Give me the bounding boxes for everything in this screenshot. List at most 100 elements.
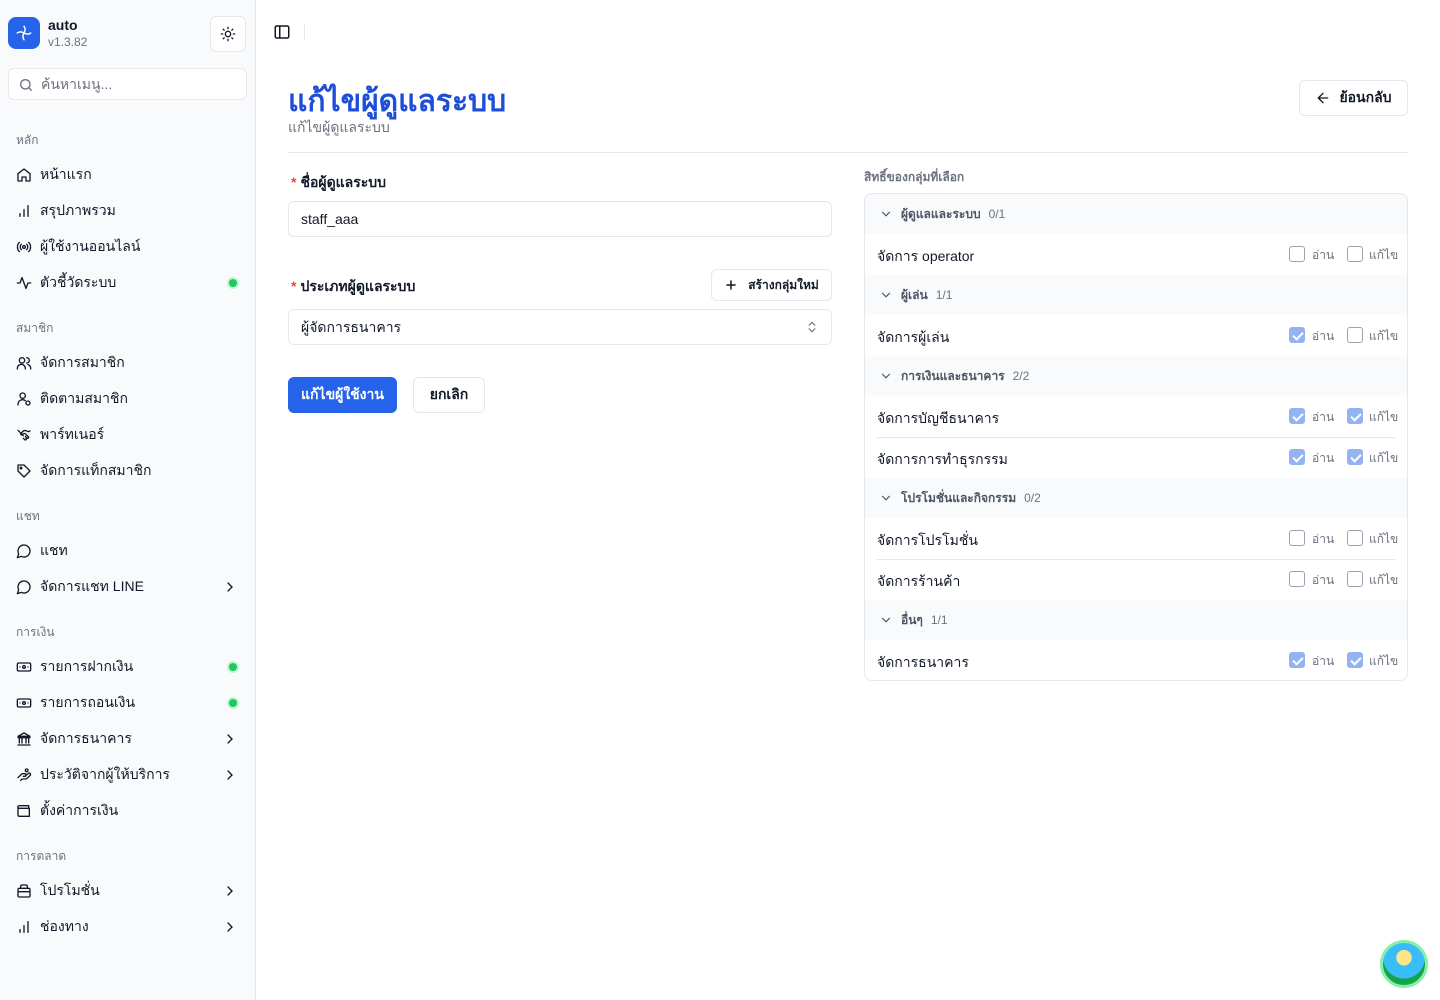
edit-checkbox[interactable]	[1347, 530, 1363, 546]
nav-item-label: สรุปภาพรวม	[40, 202, 116, 218]
online-status-dot	[229, 699, 237, 707]
edit-label: แก้ไข	[1369, 654, 1399, 668]
tag-icon	[16, 463, 32, 479]
back-button[interactable]: ย้อนกลับ	[1299, 80, 1408, 116]
edit-checkbox[interactable]	[1347, 327, 1363, 343]
permission-name: จัดการธนาคาร	[877, 654, 969, 670]
nav-item-label: รายการฝากเงิน	[40, 658, 134, 674]
chevron-down-icon	[879, 613, 893, 627]
read-checkbox[interactable]	[1289, 652, 1305, 668]
read-label: อ่าน	[1312, 654, 1335, 668]
nav-item-overview[interactable]: สรุปภาพรวม	[8, 195, 248, 227]
permission-name: จัดการ operator	[877, 248, 975, 264]
edit-checkbox[interactable]	[1347, 652, 1363, 668]
chevron-right-icon	[222, 579, 238, 595]
permissions-heading: สิทธิ์ของกลุ่มที่เลือก	[864, 170, 965, 184]
permission-group-count: 0/2	[1024, 491, 1041, 505]
read-checkbox[interactable]	[1289, 530, 1305, 546]
permission-group-header[interactable]: อื่นๆ 1/1	[865, 600, 1407, 640]
edit-checkbox[interactable]	[1347, 408, 1363, 424]
bar-chart-icon	[16, 203, 32, 219]
nav-item-provider-history[interactable]: ประวัติจากผู้ให้บริการ	[8, 759, 248, 791]
nav-item-label: จัดการแท็กสมาชิก	[40, 462, 152, 478]
nav-item-label: ตัวชี้วัดระบบ	[40, 274, 117, 290]
submit-edit-user-button[interactable]: แก้ไขผู้ใช้งาน	[288, 377, 397, 413]
edit-label: แก้ไข	[1369, 532, 1399, 546]
activity-icon	[16, 275, 32, 291]
cancel-button[interactable]: ยกเลิก	[413, 377, 485, 413]
nav-item-track-members[interactable]: ติดตามสมาชิก	[8, 383, 248, 415]
menu-search	[8, 68, 247, 100]
read-label: อ่าน	[1312, 410, 1335, 424]
edit-checkbox[interactable]	[1347, 571, 1363, 587]
permission-row: จัดการบัญชีธนาคาร อ่าน แก้ไข	[877, 396, 1398, 437]
chevron-right-icon	[222, 731, 238, 747]
edit-checkbox[interactable]	[1347, 246, 1363, 262]
permission-group-header[interactable]: ผู้ดูแลและระบบ 0/1	[865, 194, 1407, 234]
permission-group-name: ผู้เล่น	[901, 287, 928, 302]
wallet-icon	[16, 803, 32, 819]
permission-group-name: อื่นๆ	[901, 612, 923, 627]
read-checkbox[interactable]	[1289, 246, 1305, 262]
nav-item-channels[interactable]: ช่องทาง	[8, 911, 248, 943]
sidebar: auto v1.3.82 หลัก หน้าแรก สรุปภาพรวม ผู้…	[0, 0, 256, 1000]
username-label: * ชื่อผู้ดูแลระบบ	[291, 172, 386, 194]
read-checkbox[interactable]	[1289, 449, 1305, 465]
nav-item-partners[interactable]: พาร์ทเนอร์	[8, 419, 248, 451]
chevron-right-icon	[222, 767, 238, 783]
chevron-down-icon	[879, 288, 893, 302]
theme-toggle-button[interactable]	[210, 16, 246, 52]
home-icon	[16, 167, 32, 183]
read-checkbox[interactable]	[1289, 327, 1305, 343]
read-label: อ่าน	[1312, 248, 1335, 262]
nav-item-online-users[interactable]: ผู้ใช้งานออนไลน์	[8, 231, 248, 263]
nav-item-label: ตั้งค่าการเงิน	[40, 802, 119, 818]
nav-item-home[interactable]: หน้าแรก	[8, 159, 248, 191]
bar-chart-icon	[16, 919, 32, 935]
nav-item-manage-members[interactable]: จัดการสมาชิก	[8, 347, 248, 379]
read-label: อ่าน	[1312, 573, 1335, 587]
create-group-button[interactable]: สร้างกลุ่มใหม่	[711, 269, 832, 301]
nav-group-label-chat: แชท	[16, 509, 40, 523]
nav-group-label-finance: การเงิน	[16, 625, 55, 639]
permission-group-header[interactable]: ผู้เล่น 1/1	[865, 275, 1407, 315]
chevron-right-icon	[222, 883, 238, 899]
nav-item-promotions[interactable]: โปรโมชั่น	[8, 875, 248, 907]
nav-item-bank-management[interactable]: จัดการธนาคาร	[8, 723, 248, 755]
radio-icon	[16, 239, 32, 255]
required-mark: *	[291, 174, 297, 190]
search-icon	[20, 79, 32, 91]
chevron-down-icon	[879, 207, 893, 221]
username-field[interactable]: staff_aaa	[288, 201, 832, 237]
chevron-right-icon	[222, 919, 238, 935]
read-checkbox[interactable]	[1289, 408, 1305, 424]
arrow-left-icon	[1318, 92, 1329, 104]
permission-name: จัดการผู้เล่น	[877, 329, 950, 345]
permission-group-header[interactable]: การเงินและธนาคาร 2/2	[865, 356, 1407, 396]
assistant-avatar[interactable]	[1380, 940, 1428, 988]
nav-item-withdrawals[interactable]: รายการถอนเงิน	[8, 687, 248, 719]
nav-item-member-tags[interactable]: จัดการแท็กสมาชิก	[8, 455, 248, 487]
edit-checkbox[interactable]	[1347, 449, 1363, 465]
plus-icon	[726, 280, 737, 290]
permission-group-name: การเงินและธนาคาร	[901, 368, 1005, 383]
nav-group-label-main: หลัก	[16, 133, 39, 147]
app-version: v1.3.82	[48, 35, 88, 49]
nav-item-deposits[interactable]: รายการฝากเงิน	[8, 651, 248, 683]
permissions-panel: ผู้ดูแลและระบบ 0/1 จัดการ operator อ่าน แก้ไ…	[864, 193, 1408, 681]
admin-type-select[interactable]: ผู้จัดการธนาคาร	[288, 309, 832, 345]
sidebar-toggle-button[interactable]	[272, 22, 292, 42]
nav-item-system-metrics[interactable]: ตัวชี้วัดระบบ	[8, 267, 248, 299]
nav-item-chat[interactable]: แชท	[8, 535, 248, 567]
nav-item-label: แชท	[40, 542, 68, 558]
permission-row: จัดการ operator อ่าน แก้ไข	[877, 234, 1398, 275]
nav-item-line-chat[interactable]: จัดการแชท LINE	[8, 571, 248, 603]
permission-group-header[interactable]: โปรโมชั่นและกิจกรรม 0/2	[865, 478, 1407, 518]
bank-icon	[16, 731, 32, 747]
search-input[interactable]	[41, 69, 241, 99]
nav-item-finance-settings[interactable]: ตั้งค่าการเงิน	[8, 795, 248, 827]
permission-name: จัดการบัญชีธนาคาร	[877, 410, 1000, 426]
permission-group-name: โปรโมชั่นและกิจกรรม	[901, 490, 1017, 505]
read-checkbox[interactable]	[1289, 571, 1305, 587]
deposit-icon	[16, 659, 32, 675]
